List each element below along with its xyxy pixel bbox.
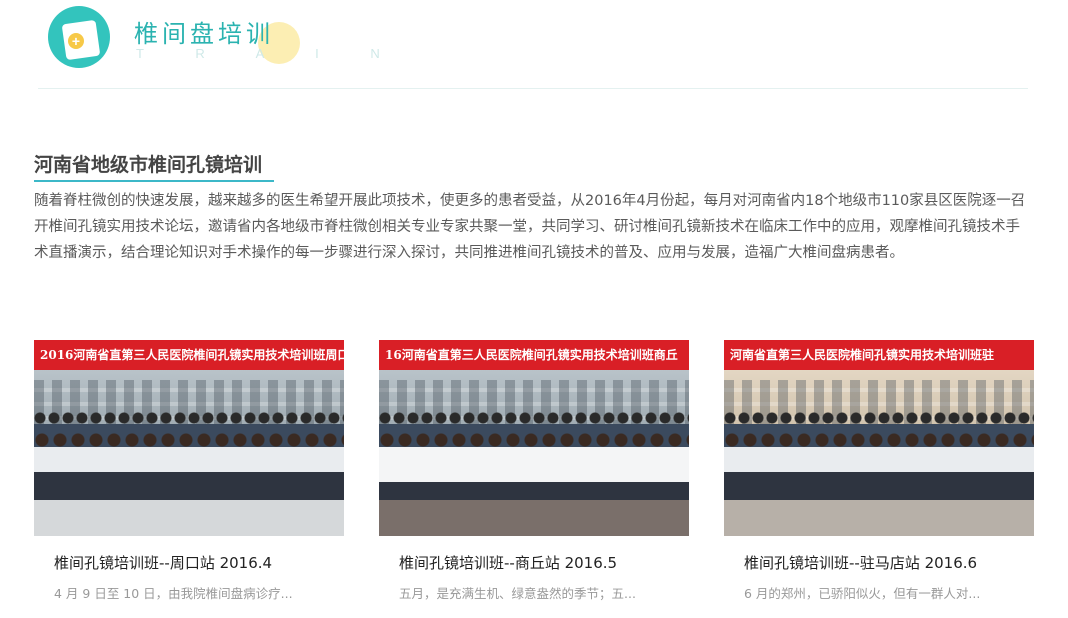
card-description: 6 月的郑州，已骄阳似火，但有一群人对... (744, 586, 981, 601)
photo-banner: 2016河南省直第三人民医院椎间孔镜实用技术培训班周口站 (34, 340, 344, 370)
training-card-zhoukou[interactable]: 2016河南省直第三人民医院椎间孔镜实用技术培训班周口站 椎间孔镜培训班--周口… (34, 340, 344, 610)
training-card-zhumadian[interactable]: 河南省直第三人民医院椎间孔镜实用技术培训班驻 椎间孔镜培训班--驻马店站 201… (724, 340, 1034, 610)
ground (724, 500, 1034, 536)
header-divider (38, 88, 1028, 89)
section-title: 河南省地级市椎间孔镜培训 (34, 154, 263, 176)
card-title[interactable]: 椎间孔镜培训班--驻马店站 2016.6 (744, 552, 977, 573)
ground (34, 500, 344, 536)
ground (379, 500, 689, 536)
section-title-underline (34, 180, 274, 182)
card-title[interactable]: 椎间孔镜培训班--商丘站 2016.5 (399, 552, 617, 573)
training-photo[interactable]: 河南省直第三人民医院椎间孔镜实用技术培训班驻 (724, 340, 1034, 536)
plus-icon: + (68, 33, 84, 49)
brand-title[interactable]: 椎间盘培训 (134, 14, 274, 49)
group-photo-front-row (724, 432, 1034, 502)
photo-banner: 河南省直第三人民医院椎间孔镜实用技术培训班驻 (724, 340, 1034, 370)
section-description: 随着脊柱微创的快速发展，越来越多的医生希望开展此项技术，使更多的患者受益，从20… (34, 193, 1026, 261)
photo-banner: 16河南省直第三人民医院椎间孔镜实用技术培训班商丘 (379, 340, 689, 370)
group-photo-front-row (34, 432, 344, 502)
training-card-shangqiu[interactable]: 16河南省直第三人民医院椎间孔镜实用技术培训班商丘 椎间孔镜培训班--商丘站 2… (379, 340, 689, 610)
training-photo[interactable]: 16河南省直第三人民医院椎间孔镜实用技术培训班商丘 (379, 340, 689, 536)
card-description: 五月，是充满生机、绿意盎然的季节；五... (399, 586, 636, 601)
card-description: 4 月 9 日至 10 日，由我院椎间盘病诊疗... (54, 586, 293, 601)
brand-subtitle: T R A I N (136, 46, 404, 61)
site-header: + 椎间盘培训 T R A I N (0, 0, 1068, 90)
card-title[interactable]: 椎间孔镜培训班--周口站 2016.4 (54, 552, 272, 573)
training-photo[interactable]: 2016河南省直第三人民医院椎间孔镜实用技术培训班周口站 (34, 340, 344, 536)
group-photo-front-row (379, 432, 689, 502)
